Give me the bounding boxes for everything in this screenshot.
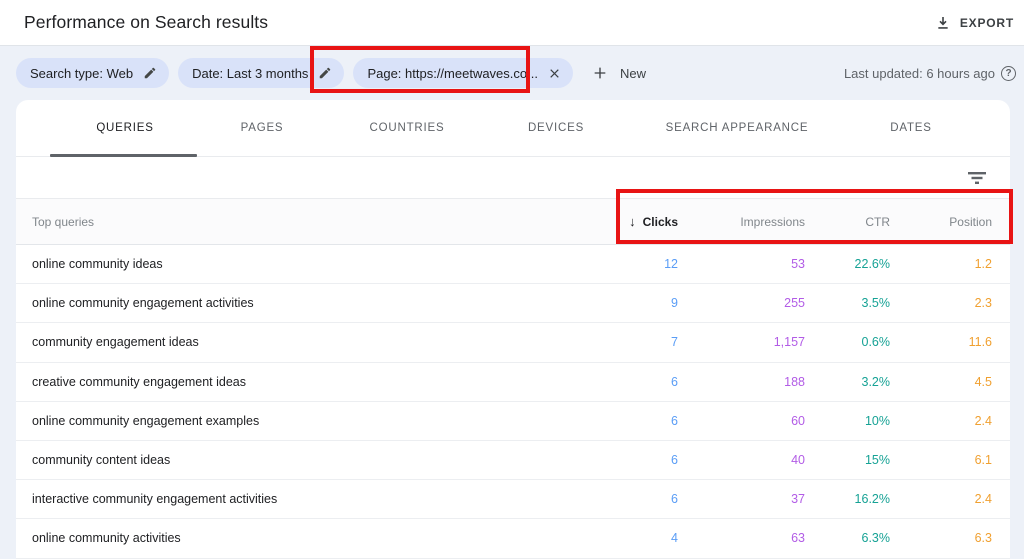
table-row[interactable]: online community ideas 12 53 22.6% 1.2 [16, 245, 1010, 285]
tab-queries[interactable]: QUERIES [96, 100, 153, 156]
clicks-cell: 6 [671, 453, 678, 468]
clicks-cell: 6 [671, 492, 678, 507]
position-cell: 4.5 [974, 374, 992, 389]
column-header-top-queries[interactable]: Top queries [32, 215, 558, 229]
ctr-cell: 10% [864, 413, 890, 428]
close-icon[interactable] [548, 67, 561, 80]
filter-chip-page[interactable]: Page: https://meetwaves.co... [353, 58, 573, 88]
edit-icon[interactable] [143, 66, 157, 80]
clicks-cell: 6 [671, 374, 678, 389]
clicks-cell: 6 [671, 413, 678, 428]
new-label: New [619, 65, 646, 81]
query-cell[interactable]: online community engagement examples [32, 414, 558, 428]
position-cell: 2.3 [974, 296, 992, 311]
dimension-tabs: QUERIES PAGES COUNTRIES DEVICES SEARCH A… [16, 100, 1010, 157]
export-label: EXPORT [959, 15, 1014, 30]
ctr-cell: 3.2% [861, 374, 891, 389]
tab-dates[interactable]: DATES [890, 100, 932, 156]
plus-icon [592, 65, 608, 81]
table-row[interactable]: community engagement ideas 7 1,157 0.6% … [16, 323, 1010, 363]
impressions-cell: 255 [784, 296, 805, 311]
export-button[interactable]: EXPORT [931, 9, 1018, 37]
table-row[interactable]: community content ideas 6 40 15% 6.1 [16, 441, 1010, 481]
impressions-cell: 1,157 [773, 335, 805, 350]
impressions-cell: 40 [791, 453, 805, 468]
chip-label: Search type: Web [30, 65, 134, 81]
table-row[interactable]: creative community engagement ideas 6 18… [16, 363, 1010, 402]
filter-list-icon [968, 171, 986, 185]
chip-label: Date: Last 3 months [192, 65, 309, 81]
download-icon [935, 15, 951, 31]
ctr-cell: 15% [864, 453, 890, 468]
filter-rows-button[interactable] [964, 165, 990, 191]
tab-countries[interactable]: COUNTRIES [370, 100, 445, 156]
table-header-row: Top queries ↓ Clicks Impressions CTR Pos… [16, 198, 1010, 245]
table-row[interactable]: online community activities 4 63 6.3% 6.… [16, 519, 1010, 559]
last-updated-text: Last updated: 6 hours ago [843, 65, 995, 81]
column-header-ctr[interactable]: CTR [805, 215, 890, 229]
table-row[interactable]: interactive community engagement activit… [16, 480, 1010, 520]
query-cell[interactable]: community content ideas [32, 453, 558, 467]
clicks-cell: 9 [671, 296, 678, 311]
clicks-cell: 12 [664, 257, 678, 272]
position-cell: 6.3 [974, 531, 992, 546]
filter-chip-date[interactable]: Date: Last 3 months [178, 58, 345, 88]
query-cell[interactable]: online community ideas [32, 257, 558, 271]
position-cell: 6.1 [974, 453, 992, 468]
position-cell: 2.4 [974, 413, 992, 428]
ctr-cell: 16.2% [854, 492, 890, 507]
impressions-cell: 60 [791, 413, 805, 428]
ctr-cell: 22.6% [854, 257, 890, 272]
query-cell[interactable]: online community activities [32, 531, 558, 545]
table-row[interactable]: online community engagement activities 9… [16, 284, 1010, 324]
top-bar: Performance on Search results EXPORT [0, 0, 1024, 46]
impressions-cell: 63 [791, 531, 805, 546]
impressions-cell: 53 [791, 257, 805, 272]
filter-chip-search-type[interactable]: Search type: Web [16, 58, 170, 88]
position-cell: 2.4 [974, 492, 992, 507]
impressions-cell: 188 [784, 374, 805, 389]
last-updated-status: Last updated: 6 hours ago ? [843, 65, 1016, 81]
query-cell[interactable]: online community engagement activities [32, 296, 558, 310]
clicks-cell: 4 [671, 531, 678, 546]
table-toolbar [16, 157, 1010, 198]
clicks-cell: 7 [671, 335, 678, 350]
ctr-cell: 0.6% [861, 335, 891, 350]
ctr-cell: 3.5% [861, 296, 891, 311]
tab-devices[interactable]: DEVICES [528, 100, 584, 156]
position-cell: 11.6 [968, 335, 992, 350]
column-header-clicks[interactable]: ↓ Clicks [558, 214, 678, 229]
tab-pages[interactable]: PAGES [241, 100, 284, 156]
sort-descending-icon: ↓ [629, 214, 636, 229]
ctr-cell: 6.3% [861, 531, 891, 546]
page-title: Performance on Search results [24, 12, 269, 32]
column-header-position[interactable]: Position [890, 215, 992, 229]
query-cell[interactable]: interactive community engagement activit… [32, 492, 558, 506]
impressions-cell: 37 [791, 492, 805, 507]
table-row[interactable]: online community engagement examples 6 6… [16, 402, 1010, 441]
performance-card: QUERIES PAGES COUNTRIES DEVICES SEARCH A… [16, 100, 1010, 559]
help-icon[interactable]: ? [1001, 65, 1016, 81]
column-header-impressions[interactable]: Impressions [678, 215, 805, 229]
edit-icon[interactable] [318, 66, 332, 80]
filter-bar: Search type: Web Date: Last 3 months Pag… [0, 46, 1024, 100]
query-cell[interactable]: creative community engagement ideas [32, 375, 558, 389]
position-cell: 1.2 [974, 257, 992, 272]
tab-search-appearance[interactable]: SEARCH APPEARANCE [666, 100, 809, 156]
chip-label: Page: https://meetwaves.co... [367, 65, 538, 81]
new-filter-button[interactable]: New [592, 65, 646, 81]
query-cell[interactable]: community engagement ideas [32, 335, 558, 349]
